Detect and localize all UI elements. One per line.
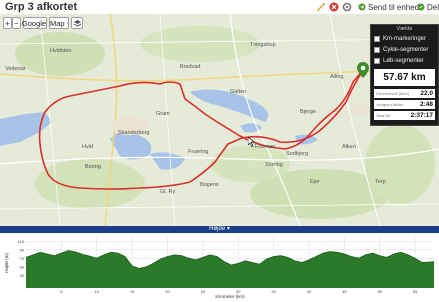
run-segments-label: Løb-segmenter <box>383 57 424 64</box>
stat-value: 2:48 <box>419 101 433 108</box>
town-label: Vedersø <box>5 66 26 72</box>
elevation-header[interactable]: Højde ▾ <box>0 226 439 233</box>
town-label: Gram <box>156 111 170 117</box>
town-label: Galten <box>230 89 247 95</box>
town-label: Alken <box>342 144 356 150</box>
zoom-out-button[interactable]: − <box>12 17 21 29</box>
y-tick-label: 30 <box>20 273 25 278</box>
km-markers-toggle[interactable]: Km-markeringer <box>371 33 438 44</box>
x-tick-label: 25 <box>201 289 206 294</box>
town-label: Hvid <box>82 144 94 150</box>
bike-segments-toggle[interactable]: Cykle-segmenter <box>371 44 438 55</box>
layers-button[interactable] <box>71 17 83 29</box>
map-provider-label: Google <box>21 18 47 28</box>
send-to-device-button[interactable]: Send til enhed <box>358 1 419 13</box>
pace-stat: Varighed tid/km 2:48 <box>374 100 435 109</box>
x-tick-label: 15 <box>130 289 135 294</box>
stat-label: Varighed tid/km <box>376 102 404 107</box>
elevation-chart: 11090705030 5 10 15 20 25 30 35 40 45 50 55 Højde … <box>4 237 435 299</box>
route-title: Grp 3 afkortet <box>5 1 78 13</box>
x-tick-label: 35 <box>271 289 276 294</box>
share-label: Del <box>427 2 439 12</box>
town-label: Foxmær <box>255 144 276 150</box>
share-icon <box>417 3 425 11</box>
y-tick-label: 50 <box>20 264 25 269</box>
total-time-stat: Total tid 2:37:17 <box>374 111 435 120</box>
edit-icon[interactable] <box>316 2 326 12</box>
x-tick-label: 40 <box>307 289 312 294</box>
x-tick-label: 45 <box>342 289 347 294</box>
town-label: Fruering <box>188 149 209 155</box>
send-icon <box>358 3 366 11</box>
town-label: Sorring <box>265 162 283 168</box>
total-distance: 57.67 km <box>374 69 435 86</box>
town-label: Skanderborg <box>118 130 150 136</box>
map-type-label: Map <box>50 18 65 28</box>
y-tick-label: 90 <box>20 247 25 252</box>
town-label: Alling <box>330 74 344 80</box>
town-label: Bjerge <box>300 109 316 115</box>
x-tick-label: 10 <box>95 289 100 294</box>
chevron-down-icon <box>66 22 68 24</box>
town-label: Hvidsten <box>50 48 72 54</box>
zoom-in-button[interactable]: + <box>3 17 12 29</box>
town-label: Terp <box>375 179 386 185</box>
x-tick-label: 50 <box>378 289 383 294</box>
stat-value: 22.0 <box>420 90 433 97</box>
bike-segments-label: Cykle-segmenter <box>383 46 429 53</box>
share-button[interactable]: Del <box>417 1 439 13</box>
town-label: Boring <box>85 164 101 170</box>
stat-label: Total tid <box>376 113 390 118</box>
town-label: Gl. Ry <box>160 189 176 195</box>
map-type-select[interactable]: Map <box>49 17 69 29</box>
start-pin-icon[interactable] <box>357 62 369 78</box>
title-bar: Grp 3 afkortet Send til enhed Del <box>0 0 439 15</box>
elevation-title: Højde ▾ <box>209 226 230 232</box>
map-provider-select[interactable]: Google <box>21 17 47 29</box>
elevation-panel: 110 90 70 50 30 5 10 15 20 25 30 35 40 45 50 55 Højde … <box>0 233 439 300</box>
checkbox-icon[interactable] <box>374 57 380 64</box>
y-tick-label: 110 <box>18 239 25 244</box>
checkbox-icon[interactable] <box>374 35 380 42</box>
x-tick-label: 55 <box>413 289 418 294</box>
y-axis-label: Højde (m) <box>4 252 9 273</box>
route-map[interactable]: Hvidsten Vedersø Tvingstrup Skanderborg … <box>0 14 439 226</box>
y-tick-label: 70 <box>20 256 25 261</box>
avg-speed-stat: Gennemsnit (km/t) 22.0 <box>374 89 435 98</box>
km-markers-label: Km-markeringer <box>383 35 427 42</box>
delete-icon[interactable] <box>329 2 339 12</box>
checkbox-icon[interactable] <box>374 46 380 53</box>
layers-icon <box>73 19 81 27</box>
town-label: Ejer <box>310 179 320 185</box>
stat-value: 2:37:17 <box>410 112 433 119</box>
send-to-device-label: Send til enhed <box>368 2 420 12</box>
stat-label: Gennemsnit (km/t) <box>376 91 409 96</box>
town-label: Bogens <box>200 182 219 188</box>
panel-title: Vælde <box>396 26 413 32</box>
town-label: Bredvad <box>180 64 201 70</box>
x-tick-label: 5 <box>60 289 63 294</box>
run-segments-toggle[interactable]: Løb-segmenter <box>371 55 438 66</box>
x-axis-label: Kilometer (km) <box>215 294 245 299</box>
route-info-panel: Vælde Km-markeringer Cykle-segmenter Løb… <box>370 24 439 126</box>
x-tick-label: 20 <box>165 289 170 294</box>
settings-icon[interactable] <box>342 2 352 12</box>
town-label: Sodbjerg <box>286 151 309 157</box>
elevation-fill <box>26 250 434 288</box>
town-label: Tvingstrup <box>250 42 276 48</box>
